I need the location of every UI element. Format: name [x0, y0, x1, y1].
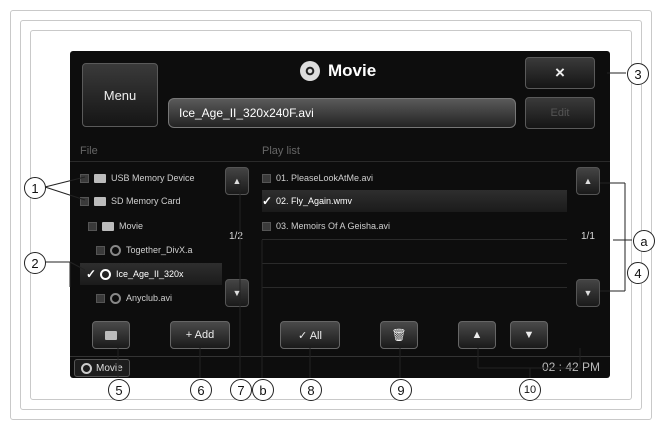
callout-lines	[44, 72, 632, 378]
callout-3: 3	[627, 63, 649, 85]
callout-b: b	[252, 379, 274, 401]
callout-a: a	[633, 230, 655, 252]
callout-10: 10	[519, 379, 541, 401]
callout-8: 8	[300, 379, 322, 401]
callout-1: 1	[24, 177, 46, 199]
callout-4: 4	[627, 262, 649, 284]
callout-5: 5	[108, 379, 130, 401]
callout-7: 7	[230, 379, 252, 401]
callout-6: 6	[190, 379, 212, 401]
callout-2: 2	[24, 252, 46, 274]
callout-9: 9	[390, 379, 412, 401]
